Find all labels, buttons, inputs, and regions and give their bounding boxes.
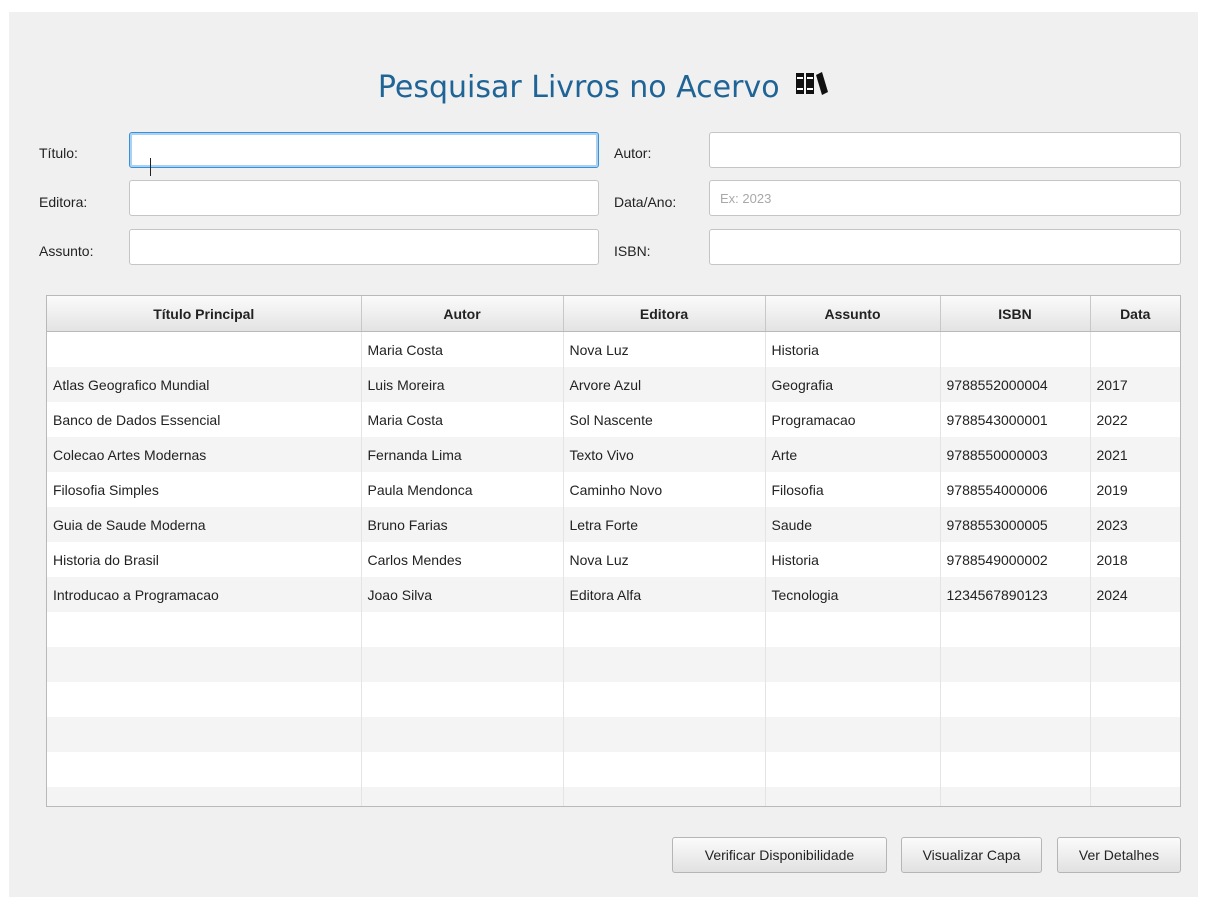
cell-editora: Nova Luz: [563, 331, 766, 367]
page-title-row: Pesquisar Livros no Acervo: [9, 68, 1198, 108]
cell-assunto: Historia: [765, 542, 941, 577]
data-ano-input[interactable]: [709, 180, 1181, 216]
cell-data: 2019: [1090, 472, 1180, 507]
cell-assunto: Tecnologia: [765, 577, 941, 612]
cell-titulo: Guia de Saude Moderna: [47, 507, 362, 542]
cell-autor: Paula Mendonca: [361, 472, 564, 507]
cell-titulo: Historia do Brasil: [47, 542, 362, 577]
table-row[interactable]: Filosofia Simples Paula Mendonca Caminho…: [47, 472, 1180, 507]
editora-input[interactable]: [129, 180, 599, 216]
table-header-row: Título Principal Autor Editora Assunto I…: [47, 296, 1180, 332]
cell-data: 2021: [1090, 437, 1180, 472]
cell-editora: Caminho Novo: [563, 472, 766, 507]
cell-titulo: Colecao Artes Modernas: [47, 437, 362, 472]
column-header-isbn[interactable]: ISBN: [940, 296, 1091, 332]
verificar-disponibilidade-button[interactable]: Verificar Disponibilidade: [672, 837, 887, 873]
table-row[interactable]: Maria Costa Nova Luz Historia: [47, 331, 1180, 367]
cell-autor: Maria Costa: [361, 331, 564, 367]
ver-detalhes-button[interactable]: Ver Detalhes: [1057, 837, 1181, 873]
column-header-editora[interactable]: Editora: [563, 296, 766, 332]
search-books-window: Pesquisar Livros no Acervo Título: Autor…: [9, 12, 1198, 897]
column-header-data[interactable]: Data: [1090, 296, 1180, 332]
cell-isbn: 9788543000001: [940, 402, 1091, 437]
cell-titulo: Atlas Geografico Mundial: [47, 367, 362, 402]
data-ano-label: Data/Ano:: [614, 194, 677, 210]
cell-data: 2022: [1090, 402, 1180, 437]
column-header-assunto[interactable]: Assunto: [765, 296, 941, 332]
cell-data: 2023: [1090, 507, 1180, 542]
autor-label: Autor:: [614, 145, 652, 161]
cell-editora: Sol Nascente: [563, 402, 766, 437]
cell-titulo: Banco de Dados Essencial: [47, 402, 362, 437]
cell-isbn: 9788554000006: [940, 472, 1091, 507]
empty-table-row: [47, 717, 1180, 752]
table-row[interactable]: Historia do Brasil Carlos Mendes Nova Lu…: [47, 542, 1180, 577]
cell-titulo: [47, 331, 362, 367]
empty-table-row: [47, 752, 1180, 787]
cell-titulo: Introducao a Programacao: [47, 577, 362, 612]
cell-isbn: 9788550000003: [940, 437, 1091, 472]
table-row[interactable]: Introducao a Programacao Joao Silva Edit…: [47, 577, 1180, 612]
empty-table-row: [47, 612, 1180, 647]
cell-autor: Bruno Farias: [361, 507, 564, 542]
cell-assunto: Historia: [765, 331, 941, 367]
table-row[interactable]: Colecao Artes Modernas Fernanda Lima Tex…: [47, 437, 1180, 472]
editora-label: Editora:: [39, 194, 88, 210]
cell-data: 2017: [1090, 367, 1180, 402]
cell-assunto: Arte: [765, 437, 941, 472]
cell-titulo: Filosofia Simples: [47, 472, 362, 507]
assunto-input[interactable]: [129, 229, 599, 265]
assunto-label: Assunto:: [39, 243, 94, 259]
results-table[interactable]: Título Principal Autor Editora Assunto I…: [46, 295, 1181, 807]
cell-isbn: 9788553000005: [940, 507, 1091, 542]
cell-editora: Nova Luz: [563, 542, 766, 577]
autor-input[interactable]: [709, 132, 1181, 168]
cell-autor: Carlos Mendes: [361, 542, 564, 577]
cell-editora: Texto Vivo: [563, 437, 766, 472]
titulo-label: Título:: [39, 145, 78, 161]
cell-data: [1090, 331, 1180, 367]
empty-table-row: [47, 647, 1180, 682]
cell-autor: Luis Moreira: [361, 367, 564, 402]
isbn-input[interactable]: [709, 229, 1181, 265]
cell-autor: Joao Silva: [361, 577, 564, 612]
cell-assunto: Filosofia: [765, 472, 941, 507]
cell-autor: Maria Costa: [361, 402, 564, 437]
empty-table-row: [47, 682, 1180, 717]
table-row[interactable]: Banco de Dados Essencial Maria Costa Sol…: [47, 402, 1180, 437]
titulo-input[interactable]: [129, 132, 599, 168]
cell-editora: Editora Alfa: [563, 577, 766, 612]
cell-data: 2024: [1090, 577, 1180, 612]
empty-table-row: [47, 787, 1180, 806]
isbn-label: ISBN:: [614, 243, 651, 259]
column-header-autor[interactable]: Autor: [361, 296, 564, 332]
cell-editora: Letra Forte: [563, 507, 766, 542]
cell-isbn: 9788549000002: [940, 542, 1091, 577]
table-row[interactable]: Atlas Geografico Mundial Luis Moreira Ar…: [47, 367, 1180, 402]
cell-assunto: Programacao: [765, 402, 941, 437]
column-header-titulo[interactable]: Título Principal: [47, 296, 362, 332]
cell-isbn: [940, 331, 1091, 367]
text-caret: [150, 158, 151, 176]
cell-data: 2018: [1090, 542, 1180, 577]
cell-assunto: Geografia: [765, 367, 941, 402]
cell-isbn: 1234567890123: [940, 577, 1091, 612]
visualizar-capa-button[interactable]: Visualizar Capa: [901, 837, 1042, 873]
cell-isbn: 9788552000004: [940, 367, 1091, 402]
books-icon: [795, 66, 829, 106]
cell-assunto: Saude: [765, 507, 941, 542]
table-row[interactable]: Guia de Saude Moderna Bruno Farias Letra…: [47, 507, 1180, 542]
page-title: Pesquisar Livros no Acervo: [377, 70, 780, 105]
cell-editora: Arvore Azul: [563, 367, 766, 402]
cell-autor: Fernanda Lima: [361, 437, 564, 472]
